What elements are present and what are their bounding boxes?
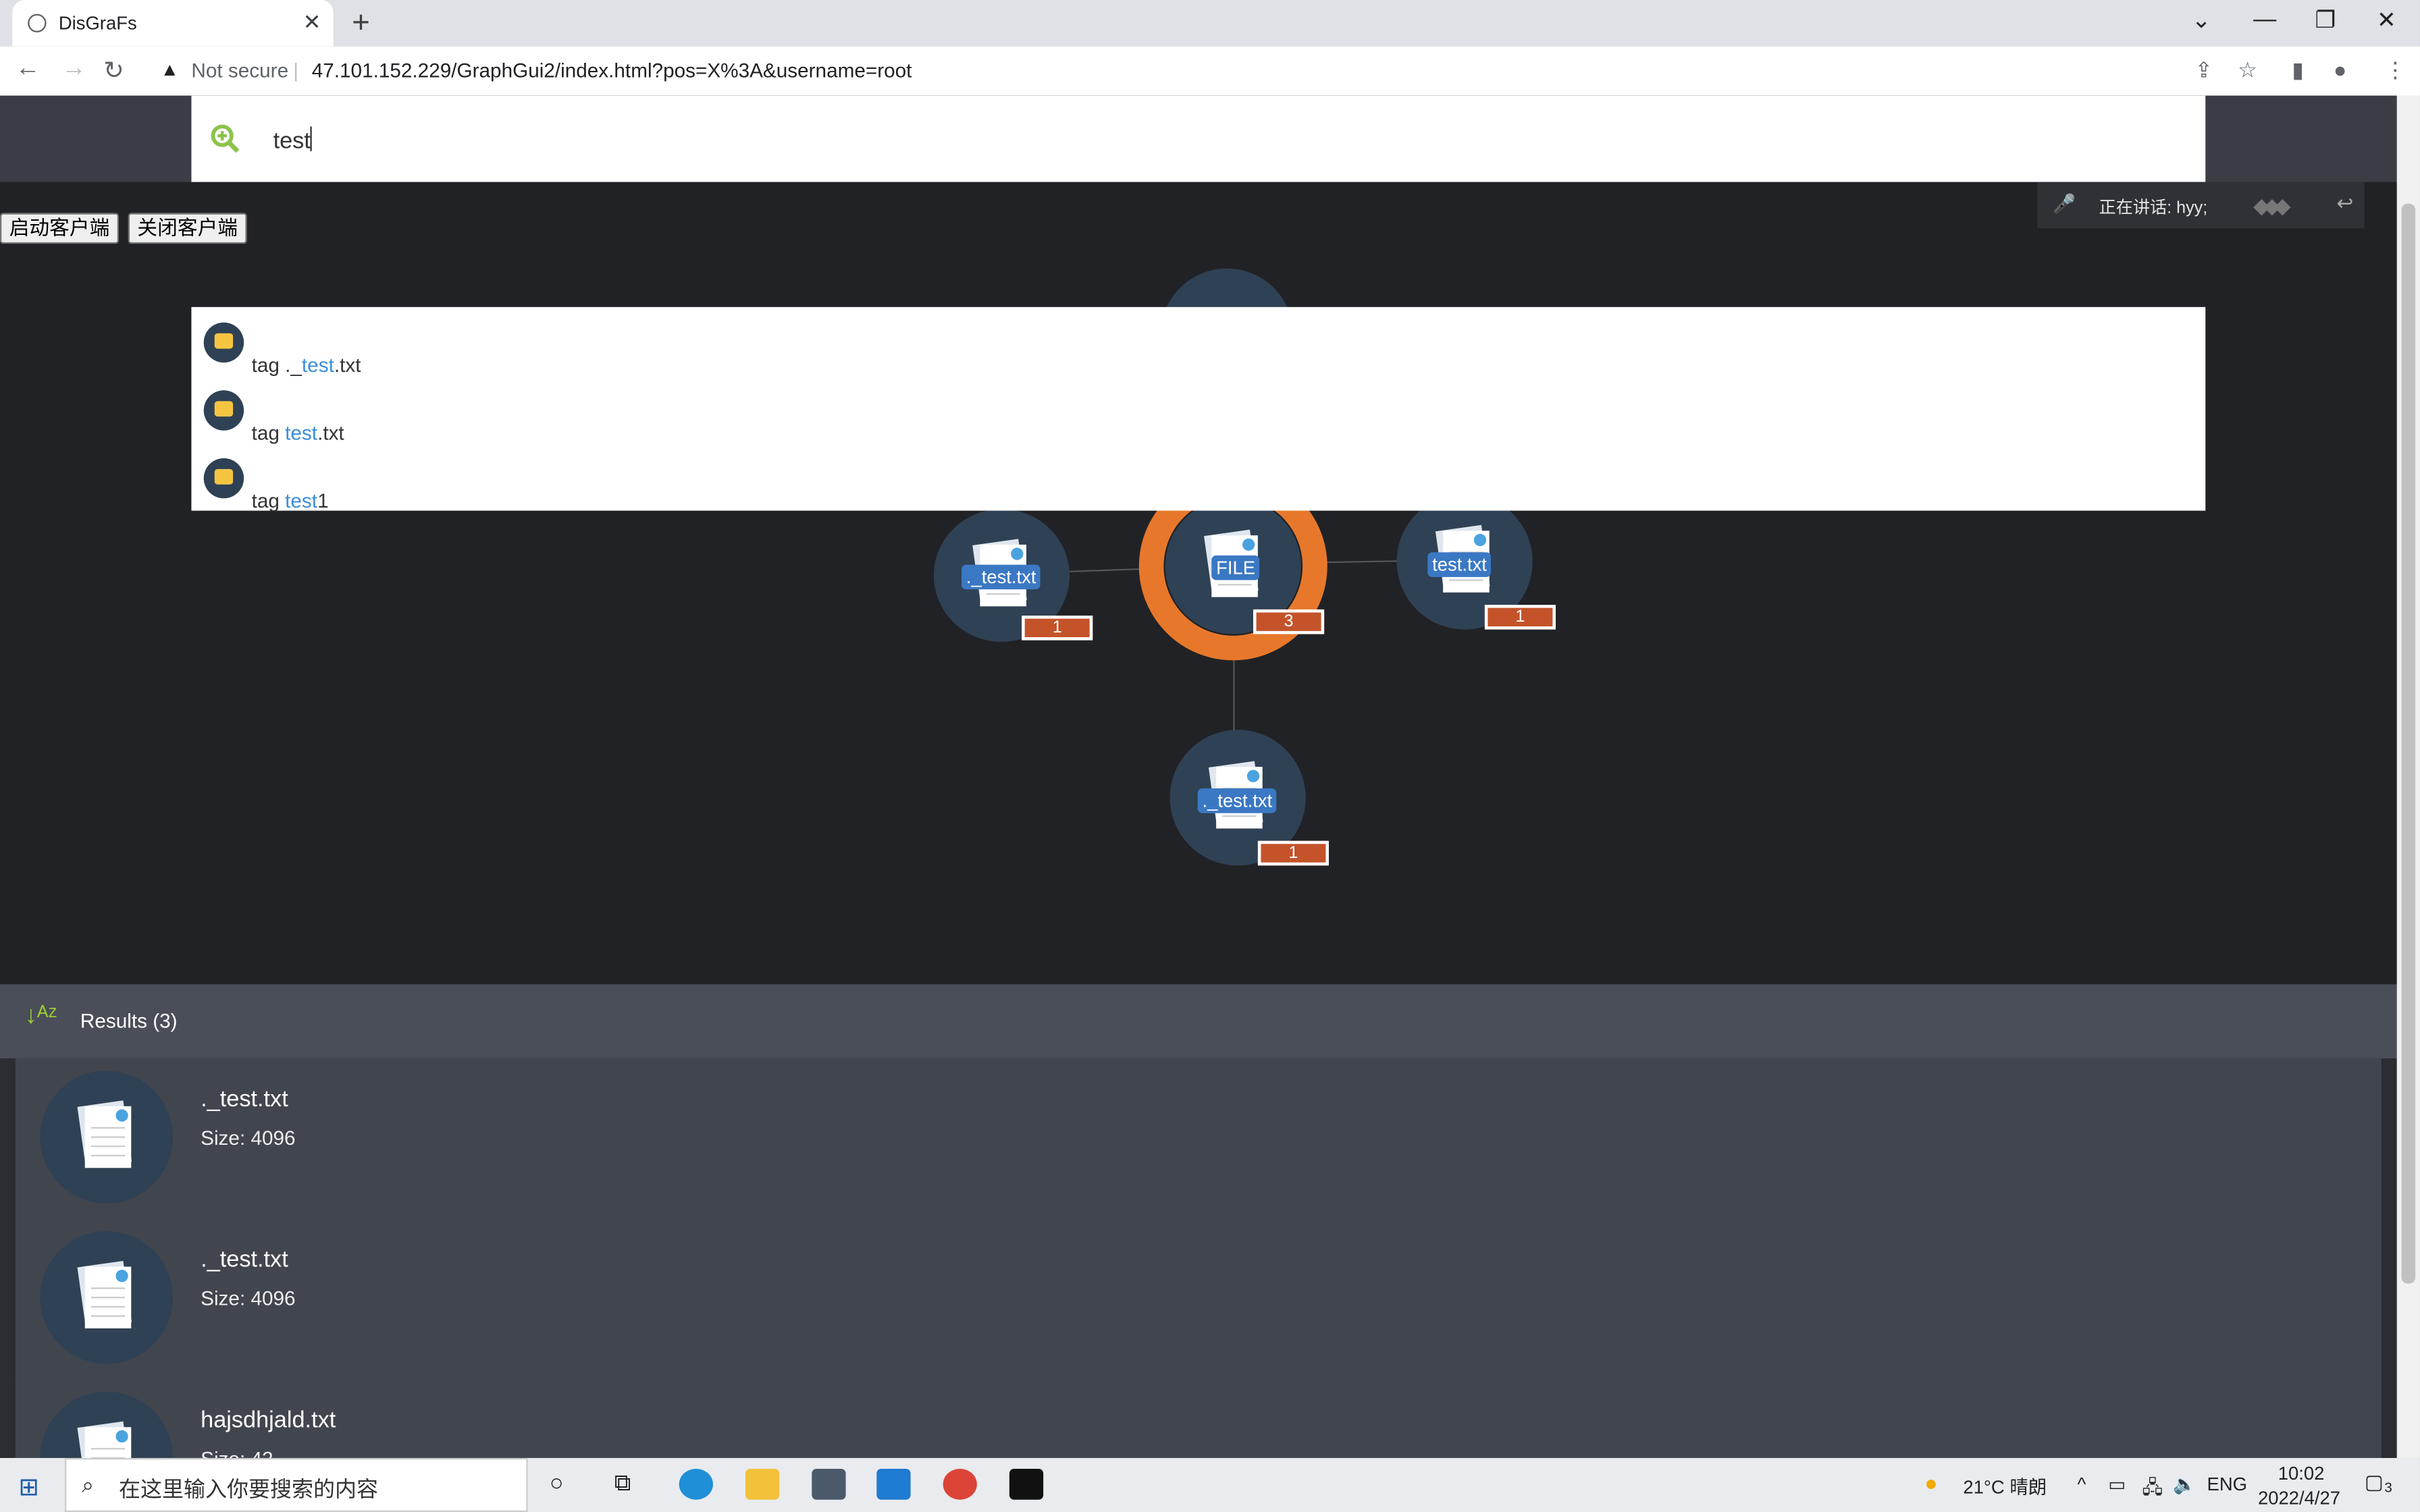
- file-icon: [40, 1071, 173, 1204]
- mail-icon[interactable]: [876, 1468, 911, 1500]
- url-text[interactable]: 47.101.152.229/GraphGui2/index.html?pos=…: [312, 59, 912, 82]
- file-icon: [40, 1231, 173, 1364]
- terminal-icon[interactable]: [1009, 1468, 1044, 1500]
- start-client-button[interactable]: 启动客户端: [0, 213, 120, 244]
- results-count: Results (3): [80, 1008, 178, 1033]
- side-panel-icon[interactable]: ▮: [2292, 57, 2304, 84]
- cortana-icon[interactable]: ○: [550, 1470, 564, 1496]
- tag-icon: [203, 458, 244, 499]
- volume-icon[interactable]: 🔈: [2173, 1474, 2196, 1495]
- page-scrollbar[interactable]: [2396, 95, 2420, 1458]
- reload-icon[interactable]: ↻: [103, 55, 124, 86]
- search-suggestions: tag ._test.txt tag test.txt tag test1: [191, 306, 2206, 512]
- share-icon[interactable]: ⇪: [2194, 57, 2213, 84]
- avatar-icons: ◆◆◆: [2253, 192, 2291, 218]
- language-indicator[interactable]: ENG: [2207, 1474, 2247, 1495]
- list-item[interactable]: hajsdhjald.txt Size: 42: [15, 1379, 2382, 1458]
- os-taskbar: ⊞ ⌕ 在这里输入你要搜索的内容 ○ ⧉ ● 21°C 晴朗 ^ ▭ 🖧 🔈 E…: [0, 1457, 2420, 1512]
- omnibox[interactable]: ▲ Not secure | 47.101.152.229/GraphGui2/…: [151, 53, 2273, 90]
- file-icon: [40, 1391, 173, 1458]
- results-header: ↓ᴬᶻ Results (3): [0, 984, 2397, 1058]
- count-badge: 1: [1022, 615, 1093, 641]
- suggestion-item[interactable]: tag test.txt: [203, 384, 2195, 452]
- profile-icon[interactable]: ●: [2334, 57, 2346, 82]
- tray-chevron-icon[interactable]: ^: [2078, 1474, 2086, 1495]
- browser-tab[interactable]: DisGraFs ✕: [12, 0, 334, 47]
- count-badge: 1: [1484, 604, 1556, 630]
- search-icon: ⌕: [82, 1472, 95, 1497]
- search-bar[interactable]: test: [191, 95, 2206, 182]
- node-label: ._test.txt: [1197, 788, 1278, 813]
- clock-time[interactable]: 10:02: [2278, 1463, 2325, 1484]
- battery-icon[interactable]: ▭: [2108, 1474, 2126, 1495]
- edge-icon[interactable]: [679, 1468, 713, 1500]
- file-name: hajsdhjald.txt: [201, 1407, 336, 1434]
- file-name: ._test.txt: [201, 1086, 288, 1112]
- globe-icon: [28, 14, 47, 32]
- header-strip-left: [0, 95, 192, 182]
- node-label: FILE: [1211, 555, 1260, 580]
- tab-title: DisGraFs: [58, 12, 137, 34]
- file-size: Size: 4096: [201, 1287, 296, 1310]
- window-close-icon[interactable]: ✕: [2377, 6, 2396, 34]
- list-item[interactable]: ._test.txt Size: 4096: [15, 1058, 2382, 1220]
- search-input[interactable]: test: [273, 126, 313, 155]
- stop-client-button[interactable]: 关闭客户端: [128, 213, 247, 244]
- voice-status-panel: 🎤 正在讲话: hyy; ◆◆◆ ↩: [2037, 182, 2365, 229]
- minimize-icon[interactable]: —: [2253, 6, 2276, 32]
- count-badge: 3: [1253, 609, 1325, 634]
- file-name: ._test.txt: [201, 1246, 288, 1273]
- weather-text[interactable]: 21°C 晴朗: [1963, 1474, 2047, 1500]
- weather-icon[interactable]: ●: [1924, 1470, 1937, 1495]
- reply-icon[interactable]: ↩: [2337, 191, 2354, 216]
- divider: |: [293, 58, 299, 82]
- task-view-icon[interactable]: ⧉: [614, 1470, 631, 1496]
- forward-icon[interactable]: →: [61, 55, 86, 83]
- menu-icon[interactable]: ⋮: [2384, 57, 2406, 84]
- node-label: ._test.txt: [961, 564, 1041, 590]
- count-badge: 1: [1257, 840, 1329, 866]
- network-icon[interactable]: 🖧: [2142, 1474, 2163, 1506]
- page-content: test 启动客户端 关闭客户端 🎤 正在讲话: hyy; ◆◆◆ ↩ FILE…: [0, 95, 2397, 1458]
- tab-search-icon[interactable]: ⌄: [2192, 6, 2211, 34]
- warning-icon: ▲: [160, 58, 179, 80]
- store-icon[interactable]: [812, 1468, 846, 1500]
- node-label: test.txt: [1427, 552, 1492, 577]
- bookmark-star-icon[interactable]: ☆: [2238, 57, 2257, 84]
- notification-count: 3: [2384, 1479, 2392, 1495]
- speaking-status: 正在讲话: hyy;: [2099, 198, 2208, 218]
- windows-start-icon[interactable]: ⊞: [18, 1472, 39, 1503]
- muted-mic-icon[interactable]: 🎤: [2053, 193, 2076, 215]
- browser-tab-bar: DisGraFs ✕ + ⌄ — ❐ ✕: [0, 0, 2420, 47]
- graph-edge: [1233, 660, 1235, 732]
- close-tab-icon[interactable]: ✕: [303, 9, 321, 36]
- scrollbar-thumb[interactable]: [2401, 203, 2416, 1284]
- sort-az-icon[interactable]: ↓ᴬᶻ: [25, 1003, 57, 1031]
- suggestion-item[interactable]: tag ._test.txt: [203, 317, 2195, 385]
- notification-icon[interactable]: ▢: [2365, 1470, 2384, 1495]
- list-item[interactable]: ._test.txt Size: 4096: [15, 1218, 2382, 1381]
- taskbar-search-placeholder: 在这里输入你要搜索的内容: [118, 1476, 378, 1501]
- tag-icon: [203, 390, 244, 431]
- results-list: ._test.txt Size: 4096 ._test.txt Size: 4…: [15, 1058, 2382, 1458]
- suggestion-item[interactable]: tag test1: [203, 452, 2195, 520]
- security-label[interactable]: Not secure: [191, 59, 288, 82]
- file-size: Size: 4096: [201, 1126, 296, 1150]
- tag-icon: [203, 322, 244, 363]
- file-explorer-icon[interactable]: [745, 1468, 780, 1500]
- chrome-icon[interactable]: [943, 1468, 977, 1500]
- back-icon[interactable]: ←: [16, 55, 41, 83]
- restore-icon[interactable]: ❐: [2315, 6, 2336, 34]
- new-tab-button[interactable]: +: [352, 6, 370, 42]
- header-strip-right: [2205, 95, 2397, 182]
- taskbar-search[interactable]: ⌕ 在这里输入你要搜索的内容: [64, 1457, 528, 1512]
- clock-date[interactable]: 2022/4/27: [2258, 1487, 2340, 1509]
- zoom-search-icon[interactable]: [210, 124, 241, 155]
- address-toolbar: ← → ↻ ▲ Not secure | 47.101.152.229/Grap…: [0, 46, 2420, 97]
- file-size: Size: 42: [201, 1447, 273, 1458]
